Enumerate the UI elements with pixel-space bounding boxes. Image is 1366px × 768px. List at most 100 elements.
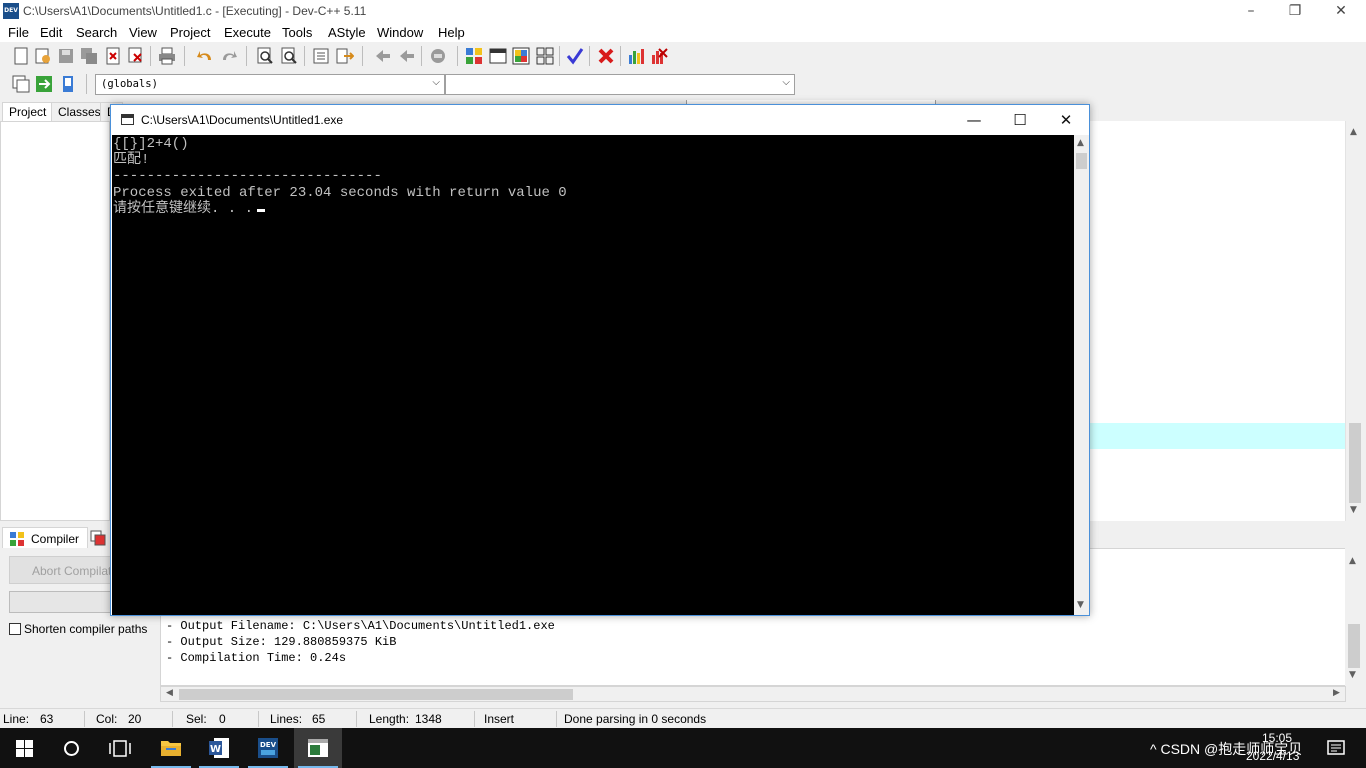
- status-separator: [474, 711, 475, 727]
- menu-search[interactable]: Search: [76, 25, 117, 40]
- status-line-value: 63: [40, 712, 54, 726]
- clock-time[interactable]: 15:05: [1262, 731, 1292, 745]
- tab-project[interactable]: Project: [2, 102, 54, 122]
- menu-help[interactable]: Help: [438, 25, 465, 40]
- status-separator: [84, 711, 85, 727]
- toolbar-separator: [457, 46, 458, 66]
- console-line: Process exited after 23.04 seconds with …: [113, 185, 567, 201]
- taskbar-file-explorer[interactable]: [147, 728, 195, 768]
- menu-file[interactable]: File: [8, 25, 29, 40]
- shorten-paths-checkbox[interactable]: [9, 623, 21, 635]
- taskbar-word[interactable]: W: [195, 728, 243, 768]
- clock-date[interactable]: 2022/4/13: [1246, 749, 1299, 763]
- replace-icon[interactable]: [280, 47, 298, 65]
- find-icon[interactable]: [256, 47, 274, 65]
- toolbar-separator: [304, 46, 305, 66]
- tab-compiler[interactable]: Compiler: [2, 527, 88, 548]
- syntax-check-icon[interactable]: [566, 47, 584, 65]
- open-file-icon[interactable]: [34, 47, 52, 65]
- taskbar-devcpp[interactable]: DEV: [244, 728, 292, 768]
- profile-chart-icon[interactable]: [627, 47, 645, 65]
- forward-icon[interactable]: [398, 47, 416, 65]
- stop-execution-icon[interactable]: [597, 47, 615, 65]
- print-icon[interactable]: [158, 47, 176, 65]
- search-icon: [64, 741, 79, 756]
- redo-icon[interactable]: [220, 47, 238, 65]
- menu-window[interactable]: Window: [377, 25, 423, 40]
- save-icon[interactable]: [57, 47, 75, 65]
- back-icon[interactable]: [374, 47, 392, 65]
- console-minimize-button[interactable]: —: [951, 105, 997, 135]
- goto-line-icon[interactable]: [336, 47, 354, 65]
- status-col-label: Col:: [96, 712, 118, 726]
- minimize-button[interactable]: –: [1228, 0, 1274, 22]
- scroll-up-icon[interactable]: ▲: [1077, 138, 1084, 148]
- menu-view[interactable]: View: [129, 25, 157, 40]
- devcpp-icon: DEV: [258, 738, 278, 758]
- secondary-toolbar: (globals) ⌵ ⌵: [0, 70, 1366, 100]
- compiler-grid-icon: [10, 532, 24, 546]
- code-editor[interactable]: [1089, 121, 1345, 521]
- project-options-icon[interactable]: [59, 75, 77, 93]
- menu-project[interactable]: Project: [170, 25, 210, 40]
- delete-profile-icon[interactable]: [650, 47, 668, 65]
- console-scrollbar[interactable]: ▲ ▼: [1074, 135, 1089, 615]
- compile-grid-icon[interactable]: [465, 47, 483, 65]
- indent-icon[interactable]: [312, 47, 330, 65]
- toolbar-separator: [150, 46, 151, 66]
- task-view-icon: [109, 740, 131, 757]
- save-all-icon[interactable]: [80, 47, 98, 65]
- taskbar-console[interactable]: [294, 728, 342, 768]
- run-window-icon[interactable]: [489, 47, 507, 65]
- scroll-down-icon[interactable]: ▼: [1350, 505, 1357, 515]
- log-vertical-scrollbar[interactable]: ▲ ▼: [1345, 548, 1363, 686]
- restore-button[interactable]: ❐: [1272, 0, 1318, 22]
- scroll-left-icon[interactable]: ◀: [166, 688, 173, 698]
- scope-select[interactable]: (globals) ⌵: [95, 74, 445, 95]
- console-maximize-button[interactable]: ☐: [997, 105, 1043, 135]
- menu-astyle[interactable]: AStyle: [328, 25, 366, 40]
- devcpp-app-icon: DEV: [3, 3, 19, 19]
- console-output[interactable]: {[}]2+4() 匹配! --------------------------…: [112, 135, 1074, 615]
- scroll-right-icon[interactable]: ▶: [1333, 688, 1340, 698]
- add-to-project-icon[interactable]: [35, 75, 53, 93]
- compile-run-icon[interactable]: [512, 47, 530, 65]
- menu-execute[interactable]: Execute: [224, 25, 271, 40]
- log-horizontal-scrollbar[interactable]: ◀ ▶: [160, 686, 1346, 702]
- menu-tools[interactable]: Tools: [282, 25, 312, 40]
- folder-icon: [161, 741, 181, 756]
- editor-scroll-thumb[interactable]: [1349, 423, 1361, 503]
- close-file-icon[interactable]: [104, 47, 122, 65]
- console-line: 匹配!: [113, 152, 150, 168]
- notification-icon[interactable]: [1326, 738, 1346, 758]
- log-hscroll-thumb[interactable]: [179, 689, 573, 700]
- log-line: - Compilation Time: 0.24s: [166, 651, 347, 665]
- rebuild-all-icon[interactable]: [536, 47, 554, 65]
- new-project-icon[interactable]: [12, 75, 30, 93]
- start-button[interactable]: [0, 728, 48, 768]
- console-window[interactable]: C:\Users\A1\Documents\Untitled1.exe — ☐ …: [110, 104, 1090, 616]
- scroll-up-icon[interactable]: ▲: [1350, 127, 1357, 137]
- search-button[interactable]: [48, 728, 96, 768]
- console-close-button[interactable]: ✕: [1043, 105, 1089, 135]
- bookmark-icon[interactable]: [429, 47, 447, 65]
- scroll-up-icon[interactable]: ▲: [1349, 556, 1356, 566]
- close-button[interactable]: ✕: [1318, 0, 1364, 22]
- new-file-icon[interactable]: [12, 47, 30, 65]
- console-scroll-thumb[interactable]: [1076, 153, 1087, 169]
- console-title-bar[interactable]: C:\Users\A1\Documents\Untitled1.exe — ☐ …: [111, 105, 1089, 135]
- close-all-icon[interactable]: [127, 47, 145, 65]
- scroll-down-icon[interactable]: ▼: [1349, 670, 1356, 680]
- undo-icon[interactable]: [196, 47, 214, 65]
- task-view-button[interactable]: [96, 728, 144, 768]
- project-browser[interactable]: [0, 121, 110, 521]
- editor-scrollbar[interactable]: ▲ ▼: [1345, 121, 1363, 521]
- menu-edit[interactable]: Edit: [40, 25, 62, 40]
- status-separator: [172, 711, 173, 727]
- taskbar: W DEV ^ CSDN @抱走师师宝贝 15:05 2022/4/13: [0, 728, 1366, 768]
- resources-icon[interactable]: [90, 530, 106, 546]
- toolbar-separator: [184, 46, 185, 66]
- scroll-down-icon[interactable]: ▼: [1077, 600, 1084, 610]
- log-scroll-thumb[interactable]: [1348, 624, 1360, 668]
- member-select[interactable]: ⌵: [445, 74, 795, 95]
